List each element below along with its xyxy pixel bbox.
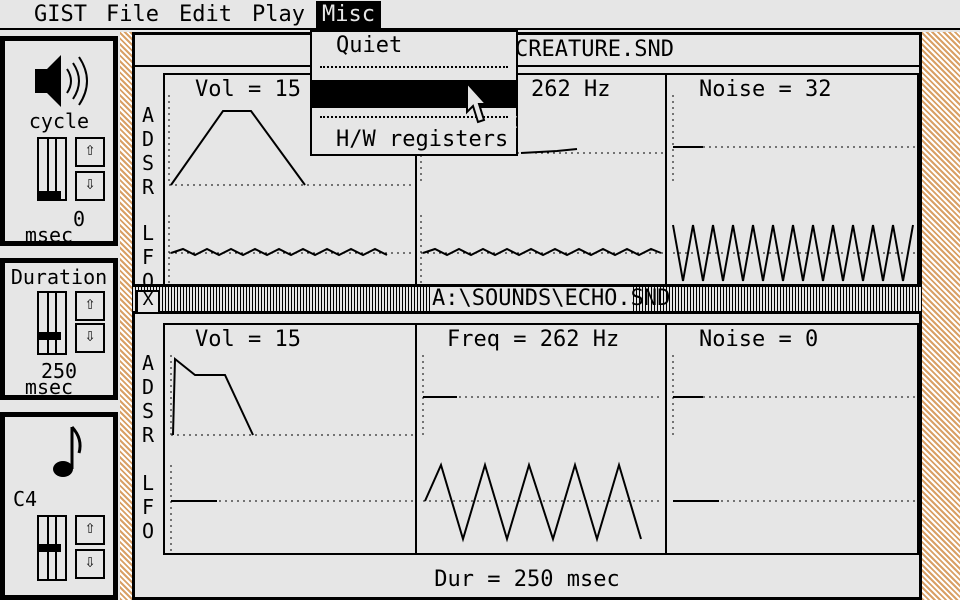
- cursor-arrow-icon: [466, 82, 486, 124]
- duration-up-button[interactable]: ⇧: [75, 291, 105, 321]
- menu-misc[interactable]: Misc: [316, 1, 381, 29]
- note-label: C4: [12, 487, 38, 511]
- menu-play[interactable]: Play: [246, 1, 311, 29]
- duration-unit: msec: [24, 375, 74, 399]
- bottom-vol-cell[interactable]: Vol = 15: [165, 325, 417, 553]
- bottom-graph: Vol = 15 Freq = 262 Hz Noise = 0: [163, 323, 919, 555]
- menu-separator: [320, 66, 508, 68]
- cycle-up-button[interactable]: ⇧: [75, 137, 105, 167]
- close-icon[interactable]: X: [136, 290, 160, 314]
- duration-status: Dur = 250 msec: [434, 567, 620, 592]
- cycle-slider-thumb[interactable]: [39, 191, 61, 199]
- bottom-window-titlebar[interactable]: X A:\SOUNDS\ECHO.SND: [132, 284, 922, 314]
- bottom-freq-cell[interactable]: Freq = 262 Hz: [417, 325, 667, 553]
- note-slider-thumb[interactable]: [39, 544, 61, 552]
- bottom-lfo-label: LFO: [141, 471, 155, 543]
- sound-editor-window: CREATURE.SND ADSR LFO Vol = 15 262 Hz No…: [132, 32, 922, 600]
- top-window-title: CREATURE.SND: [515, 37, 674, 62]
- top-noise-cell[interactable]: Noise = 32: [667, 75, 919, 285]
- cycle-label: cycle: [28, 109, 90, 133]
- menu-bar: GIST File Edit Play Misc: [0, 0, 960, 30]
- top-graph: Vol = 15 262 Hz Noise = 32: [163, 73, 919, 287]
- menu-gist[interactable]: GIST: [28, 1, 93, 29]
- bottom-adsr-label: ADSR: [141, 351, 155, 447]
- menu-file[interactable]: File: [100, 1, 165, 29]
- note-down-button[interactable]: ⇩: [75, 549, 105, 579]
- duration-slider[interactable]: [37, 291, 67, 355]
- eighth-note-icon: [53, 425, 82, 477]
- duration-label: Duration: [10, 265, 108, 289]
- menu-item-hw-registers[interactable]: H/W registers: [312, 126, 540, 154]
- cycle-unit: msec: [24, 223, 74, 247]
- misc-dropdown-menu: Quiet ✓ MIDI input H/W registers: [310, 30, 519, 156]
- note-up-button[interactable]: ⇧: [75, 515, 105, 545]
- bottom-noise-cell[interactable]: Noise = 0: [667, 325, 919, 553]
- cycle-panel: cycle ⇧ ⇩ 0 msec: [0, 36, 118, 246]
- cycle-down-button[interactable]: ⇩: [75, 171, 105, 201]
- desktop-pattern-left: [120, 32, 132, 600]
- duration-down-button[interactable]: ⇩: [75, 323, 105, 353]
- bottom-window-title: A:\SOUNDS\ECHO.SND: [432, 286, 671, 311]
- top-adsr-label: ADSR: [141, 103, 155, 199]
- desktop-pattern-right: [922, 32, 960, 600]
- note-slider[interactable]: [37, 515, 67, 581]
- duration-panel: Duration ⇧ ⇩ 250 msec: [0, 258, 118, 400]
- duration-slider-thumb[interactable]: [39, 332, 61, 340]
- note-panel: C4 ⇧ ⇩: [0, 412, 118, 600]
- menu-item-quiet[interactable]: Quiet: [312, 32, 540, 60]
- top-lfo-label: LFO: [141, 221, 155, 293]
- menu-edit[interactable]: Edit: [173, 1, 238, 29]
- cycle-slider[interactable]: [37, 137, 67, 201]
